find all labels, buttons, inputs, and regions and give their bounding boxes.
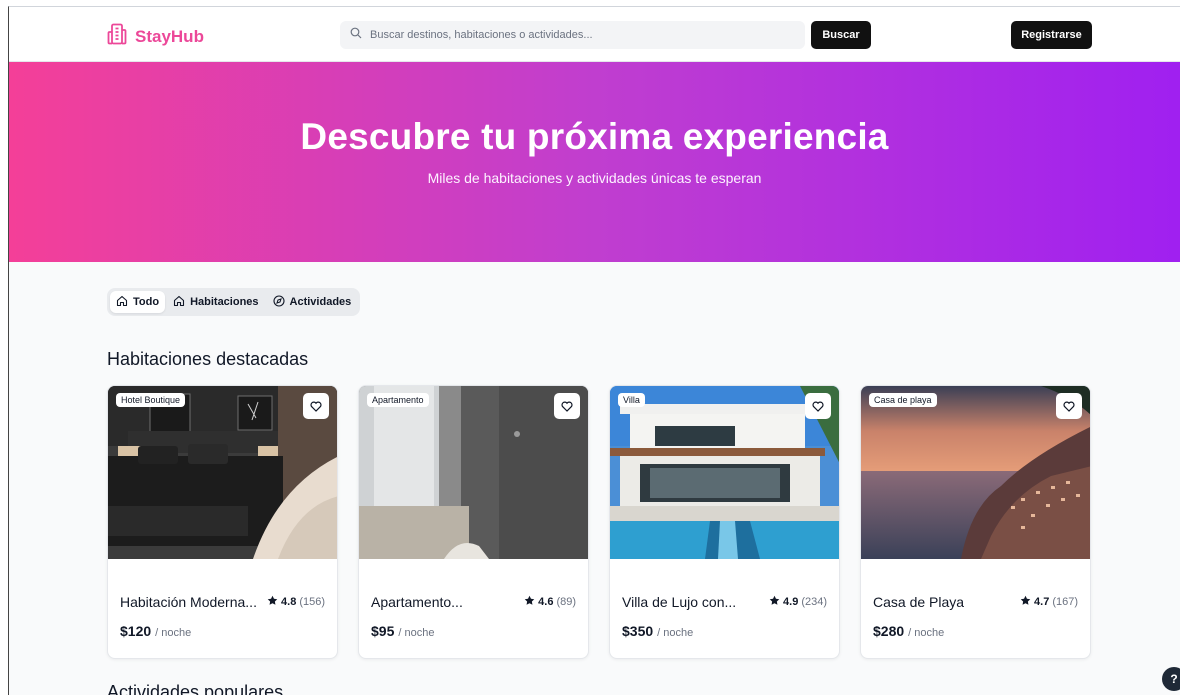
room-card[interactable]: Villa Villa de Lujo con... 4.9 (234) $35…	[609, 385, 840, 659]
price-unit: / noche	[155, 627, 192, 639]
hero-title: Descubre tu próxima experiencia	[300, 116, 889, 157]
rating: 4.8 (156)	[267, 595, 325, 609]
category-badge: Hotel Boutique	[116, 393, 186, 407]
tab-todo[interactable]: Todo	[110, 291, 166, 313]
price-unit: / noche	[908, 627, 945, 639]
price: $120 / noche	[120, 623, 191, 639]
price: $280 / noche	[873, 623, 944, 639]
category-badge: Casa de playa	[869, 393, 937, 407]
review-count: (156)	[299, 596, 325, 608]
tab-actividades[interactable]: Actividades	[267, 291, 358, 313]
home-icon	[116, 295, 128, 310]
hero-banner: Descubre tu próxima experiencia Miles de…	[9, 62, 1180, 262]
review-count: (234)	[801, 596, 827, 608]
building-icon	[107, 23, 127, 50]
rating: 4.7 (167)	[1020, 595, 1078, 609]
category-badge: Apartamento	[367, 393, 429, 407]
activities-section-title: Actividades populares	[107, 682, 284, 695]
room-card[interactable]: Hotel Boutique Habitación Moderna... 4.8…	[107, 385, 338, 659]
favorite-button[interactable]	[303, 393, 329, 419]
favorite-button[interactable]	[1056, 393, 1082, 419]
star-icon	[524, 595, 535, 609]
room-name: Apartamento...	[371, 594, 463, 610]
star-icon	[769, 595, 780, 609]
room-image: Villa	[610, 386, 839, 559]
heart-icon	[561, 401, 573, 412]
room-image: Apartamento	[359, 386, 588, 559]
price-amount: $280	[873, 623, 905, 639]
heart-icon	[812, 401, 824, 412]
room-name: Villa de Lujo con...	[622, 594, 737, 610]
home-icon	[173, 295, 185, 310]
rating-score: 4.9	[783, 596, 799, 608]
price: $350 / noche	[622, 623, 693, 639]
tab-habitaciones[interactable]: Habitaciones	[167, 291, 264, 313]
compass-icon	[272, 294, 285, 310]
tab-label: Actividades	[289, 296, 352, 308]
price-amount: $350	[622, 623, 654, 639]
heart-icon	[310, 401, 322, 412]
logo-text: StayHub	[135, 26, 204, 46]
search-box	[340, 21, 805, 49]
price: $95 / noche	[371, 623, 434, 639]
search-icon	[350, 26, 362, 44]
tab-label: Todo	[133, 296, 160, 308]
review-count: (89)	[556, 596, 576, 608]
rating-score: 4.8	[281, 596, 297, 608]
category-badge: Villa	[618, 393, 645, 407]
rating-score: 4.6	[538, 596, 554, 608]
room-name: Habitación Moderna...	[120, 594, 257, 610]
rating: 4.6 (89)	[524, 595, 576, 609]
price-unit: / noche	[657, 627, 694, 639]
star-icon	[267, 595, 278, 609]
tab-label: Habitaciones	[190, 296, 259, 308]
rating: 4.9 (234)	[769, 595, 827, 609]
top-navbar: StayHub Buscar Registrarse	[9, 7, 1180, 62]
price-amount: $95	[371, 623, 395, 639]
category-tabs: Todo Habitaciones Actividades	[107, 288, 361, 316]
price-unit: / noche	[398, 627, 435, 639]
room-image: Hotel Boutique	[108, 386, 337, 559]
room-card[interactable]: Casa de playa Casa de Playa 4.7 (167) $2…	[860, 385, 1091, 659]
star-icon	[1020, 595, 1031, 609]
room-card[interactable]: Apartamento Apartamento... 4.6 (89) $95 …	[358, 385, 589, 659]
page-viewport: StayHub Buscar Registrarse Descubre tu p…	[8, 6, 1180, 695]
search-button[interactable]: Buscar	[811, 21, 871, 49]
rating-score: 4.7	[1034, 596, 1050, 608]
favorite-button[interactable]	[805, 393, 831, 419]
price-amount: $120	[120, 623, 152, 639]
favorite-button[interactable]	[554, 393, 580, 419]
search-input[interactable]	[370, 29, 790, 41]
logo[interactable]: StayHub	[107, 23, 204, 50]
heart-icon	[1063, 401, 1075, 412]
help-button[interactable]: ?	[1162, 667, 1180, 691]
room-image: Casa de playa	[861, 386, 1090, 559]
review-count: (167)	[1052, 596, 1078, 608]
hero-subtitle: Miles de habitaciones y actividades únic…	[427, 170, 762, 186]
register-button[interactable]: Registrarse	[1011, 21, 1092, 49]
room-name: Casa de Playa	[873, 594, 965, 610]
featured-section-title: Habitaciones destacadas	[107, 349, 309, 369]
